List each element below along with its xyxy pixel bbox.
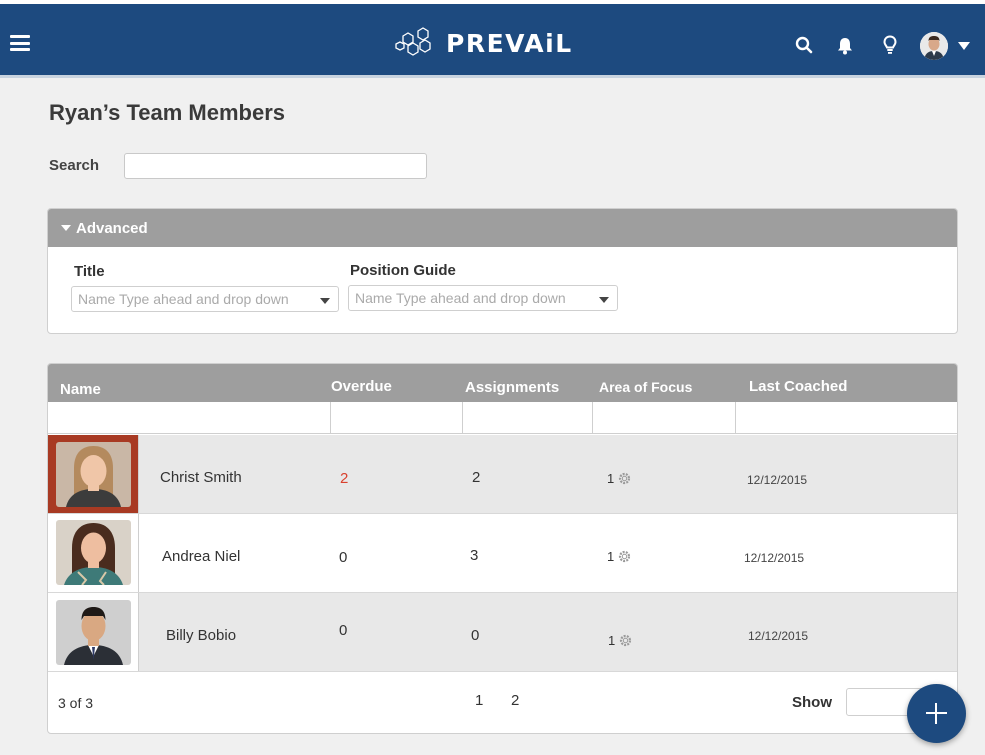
lightbulb-icon[interactable] (880, 35, 900, 55)
add-button[interactable] (907, 684, 966, 743)
table-row[interactable]: Andrea Niel 0 3 1 12/12/2015 (48, 514, 957, 593)
cubes-logo-icon (395, 27, 431, 56)
area-of-focus[interactable]: 1 (608, 633, 632, 648)
team-members-table: Name Overdue Assignments Area of Focus L… (47, 363, 958, 734)
advanced-toggle[interactable]: Advanced (48, 209, 957, 247)
brand-logo[interactable]: PREVAiL (394, 26, 573, 60)
page-link-1[interactable]: 1 (475, 692, 483, 709)
last-coached-date: 12/12/2015 (747, 473, 808, 487)
hamburger-menu-icon[interactable] (10, 35, 30, 51)
position-guide-label: Position Guide (350, 262, 456, 279)
column-header-name[interactable]: Name (60, 381, 101, 398)
member-photo (56, 442, 131, 507)
page-title: Ryan’s Team Members (49, 100, 285, 125)
search-input[interactable] (124, 153, 427, 179)
top-navigation-bar: PREVAiL (0, 0, 985, 78)
column-header-overdue[interactable]: Overdue (331, 378, 392, 395)
area-of-focus[interactable]: 1 (607, 471, 631, 486)
overdue-count[interactable]: 0 (339, 622, 347, 639)
last-coached-date: 12/12/2015 (744, 551, 805, 565)
focus-count: 1 (608, 633, 616, 648)
table-row[interactable]: Billy Bobio 0 0 1 12/12/2015 (48, 593, 957, 672)
title-filter-label: Title (74, 263, 105, 280)
member-name[interactable]: Christ Smith (160, 469, 242, 486)
focus-count: 1 (607, 549, 615, 564)
assignments-filter-cell[interactable] (462, 402, 592, 434)
assignments-count[interactable]: 0 (471, 627, 479, 644)
chevron-down-icon[interactable] (958, 42, 970, 50)
gear-icon (619, 472, 631, 485)
dropdown-arrow-icon (599, 297, 609, 303)
column-header-area-of-focus[interactable]: Area of Focus (599, 379, 692, 395)
table-row[interactable]: Christ Smith 2 2 1 12/12/2015 (48, 435, 957, 514)
page-link-2[interactable]: 2 (511, 692, 519, 709)
member-photo (56, 600, 131, 665)
overdue-filter-cell[interactable] (330, 402, 462, 434)
record-count: 3 of 3 (58, 695, 94, 711)
triangle-down-icon (61, 225, 71, 231)
assignments-count[interactable]: 3 (470, 547, 478, 564)
advanced-filter-panel: Advanced Title Name Type ahead and drop … (47, 208, 958, 334)
overdue-count[interactable]: 2 (340, 470, 348, 487)
search-label: Search (49, 157, 100, 174)
brand-name: PREVAiL (446, 28, 573, 58)
focus-count: 1 (607, 471, 615, 486)
focus-filter-cell[interactable] (592, 402, 735, 434)
assignments-count[interactable]: 2 (472, 469, 480, 486)
title-filter-select[interactable]: Name Type ahead and drop down (71, 286, 339, 312)
last-coached-date: 12/12/2015 (748, 629, 809, 643)
user-avatar[interactable] (920, 32, 948, 60)
member-photo (56, 520, 131, 585)
photo-cell (48, 514, 139, 592)
column-filter-row (48, 402, 957, 434)
column-header-assignments[interactable]: Assignments (465, 379, 559, 396)
last-coached-filter-cell[interactable] (735, 402, 957, 434)
area-of-focus[interactable]: 1 (607, 549, 631, 564)
photo-cell (48, 435, 139, 513)
column-header-last-coached[interactable]: Last Coached (749, 378, 847, 395)
member-name[interactable]: Andrea Niel (162, 548, 240, 565)
advanced-label: Advanced (76, 219, 148, 237)
photo-cell (48, 593, 139, 671)
show-label: Show (792, 694, 832, 711)
bell-icon[interactable] (835, 35, 855, 55)
gear-icon (620, 634, 632, 647)
search-icon[interactable] (794, 35, 814, 55)
table-header: Name Overdue Assignments Area of Focus L… (48, 364, 957, 402)
member-name[interactable]: Billy Bobio (166, 627, 236, 644)
title-filter-placeholder: Name Type ahead and drop down (78, 291, 289, 307)
overdue-count[interactable]: 0 (339, 549, 347, 566)
dropdown-arrow-icon (320, 298, 330, 304)
position-guide-select[interactable]: Name Type ahead and drop down (348, 285, 618, 311)
gear-icon (619, 550, 631, 563)
position-guide-placeholder: Name Type ahead and drop down (355, 290, 566, 306)
